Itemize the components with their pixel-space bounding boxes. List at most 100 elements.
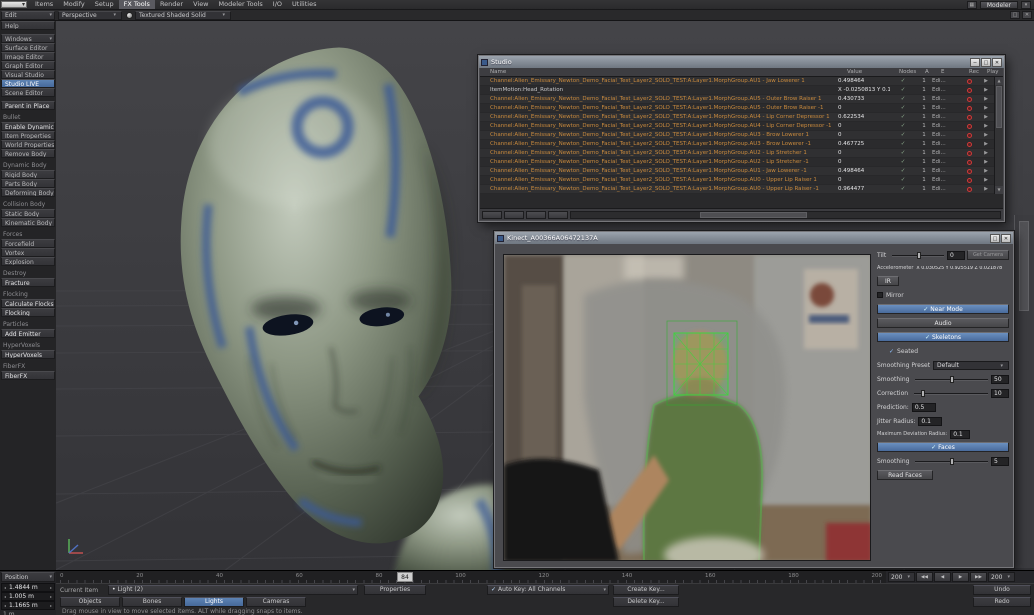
sidebar-item[interactable]: FiberFX bbox=[0, 362, 56, 371]
channel-edit-button[interactable]: Edi... bbox=[932, 86, 960, 94]
menu-item[interactable]: View bbox=[188, 0, 213, 9]
channel-play-button[interactable]: ▶ bbox=[978, 113, 994, 121]
timeline-scrubber[interactable]: 84 bbox=[397, 572, 413, 582]
column-header[interactable]: Name bbox=[480, 68, 847, 76]
column-header[interactable]: Nodes bbox=[899, 68, 925, 76]
channel-edit-button[interactable]: Edi... bbox=[932, 176, 960, 184]
sidebar-item[interactable]: Forces bbox=[0, 230, 56, 239]
correction-slider[interactable] bbox=[914, 389, 988, 398]
channel-play-button[interactable]: ▶ bbox=[978, 95, 994, 103]
sidebar-item[interactable]: Kinematic Body bbox=[1, 218, 55, 227]
sidebar-item[interactable]: Collision Body bbox=[0, 200, 56, 209]
column-header[interactable]: Rec bbox=[969, 68, 987, 76]
seated-checkbox[interactable]: ✓ bbox=[889, 348, 894, 355]
edit-menu-dropdown[interactable]: Edit bbox=[1, 11, 55, 20]
sidebar-item[interactable]: FiberFX bbox=[1, 371, 55, 380]
table-row[interactable]: Channel:Alien_Emissary_Newton_Demo_Facia… bbox=[480, 158, 994, 167]
channel-enabled-check-icon[interactable]: ✓ bbox=[890, 95, 916, 103]
channel-edit-button[interactable]: Edi... bbox=[932, 95, 960, 103]
studio-vertical-scrollbar[interactable]: ▲ ▼ bbox=[994, 77, 1003, 194]
channel-edit-button[interactable]: Edi... bbox=[932, 122, 960, 130]
channel-play-button[interactable]: ▶ bbox=[978, 140, 994, 148]
channel-record-button[interactable] bbox=[960, 122, 978, 130]
auto-key-toggle[interactable]: ✓Auto Key: All Channels bbox=[487, 585, 609, 595]
channel-play-button[interactable]: ▶ bbox=[978, 185, 994, 193]
channel-record-button[interactable] bbox=[960, 158, 978, 166]
sidebar-item[interactable]: Image Editor bbox=[1, 52, 55, 61]
channel-enabled-check-icon[interactable]: ✓ bbox=[890, 131, 916, 139]
sidebar-item[interactable]: Destroy bbox=[0, 269, 56, 278]
channel-value[interactable]: 0.498464 bbox=[838, 167, 890, 175]
current-item-dropdown[interactable]: •Light (2) bbox=[108, 585, 358, 595]
sidebar-item[interactable]: Vortex bbox=[1, 248, 55, 257]
menu-item[interactable]: I/O bbox=[268, 0, 287, 9]
delete-key-button[interactable]: Delete Key... bbox=[613, 597, 679, 607]
channel-record-button[interactable] bbox=[960, 113, 978, 121]
table-row[interactable]: Channel:Alien_Emissary_Newton_Demo_Facia… bbox=[480, 77, 994, 86]
sidebar-item[interactable]: Forcefield bbox=[1, 239, 55, 248]
sidebar-item[interactable]: Visual Studio bbox=[1, 70, 55, 79]
timeline-ruler[interactable]: 020406080100120140160180200 84 bbox=[56, 570, 886, 583]
channel-play-button[interactable]: ▶ bbox=[978, 167, 994, 175]
shading-mode-dropdown[interactable]: Textured Shaded Solid bbox=[135, 11, 231, 20]
channel-record-button[interactable] bbox=[960, 176, 978, 184]
smoothing-preset-dropdown[interactable]: Default bbox=[933, 361, 1009, 370]
channel-value[interactable]: 0 bbox=[838, 122, 890, 130]
item-type-button[interactable]: Cameras bbox=[246, 597, 306, 607]
sidebar-item[interactable]: Help bbox=[1, 21, 55, 30]
create-key-button[interactable]: Create Key... bbox=[613, 585, 679, 595]
increment-arrow-icon[interactable]: ▸ bbox=[48, 593, 54, 601]
channel-enabled-check-icon[interactable]: ✓ bbox=[890, 104, 916, 112]
channel-value[interactable]: 0.964477 bbox=[838, 185, 890, 193]
sidebar-item[interactable]: Surface Editor bbox=[1, 43, 55, 52]
menu-item[interactable]: Modify bbox=[58, 0, 90, 9]
play-button[interactable]: ▶ bbox=[952, 572, 969, 582]
channel-play-button[interactable]: ▶ bbox=[978, 149, 994, 157]
modeler-launch-button[interactable]: Modeler bbox=[980, 1, 1018, 9]
sidebar-item[interactable]: Scene Editor bbox=[1, 88, 55, 97]
jitter-radius-field[interactable]: 0.1 bbox=[918, 417, 942, 426]
undo-button[interactable]: Undo bbox=[973, 585, 1031, 595]
channel-record-button[interactable] bbox=[960, 185, 978, 193]
frame-range-field[interactable]: 200 bbox=[888, 572, 915, 582]
sidebar-item[interactable]: Explosion bbox=[1, 257, 55, 266]
channel-record-button[interactable] bbox=[960, 140, 978, 148]
channel-record-button[interactable] bbox=[960, 131, 978, 139]
viewport-close-icon[interactable]: ✕ bbox=[1022, 11, 1032, 19]
max-deviation-field[interactable]: 0.1 bbox=[950, 430, 970, 439]
studio-tool-button[interactable] bbox=[504, 211, 524, 219]
channel-play-button[interactable]: ▶ bbox=[978, 158, 994, 166]
maximize-icon[interactable]: □ bbox=[990, 234, 1000, 243]
layout-grid-icon[interactable]: ▦ bbox=[967, 1, 977, 9]
table-row[interactable]: Channel:Alien_Emissary_Newton_Demo_Facia… bbox=[480, 176, 994, 185]
channel-enabled-check-icon[interactable]: ✓ bbox=[890, 176, 916, 184]
channel-value[interactable]: 0 bbox=[838, 149, 890, 157]
menu-item[interactable]: Modeler Tools bbox=[214, 0, 268, 9]
menu-item[interactable]: Utilities bbox=[287, 0, 321, 9]
channel-play-button[interactable]: ▶ bbox=[978, 77, 994, 85]
channel-value[interactable]: 0 bbox=[838, 131, 890, 139]
studio-tool-button[interactable] bbox=[482, 211, 502, 219]
correction-value-field[interactable]: 10 bbox=[991, 389, 1009, 398]
column-header[interactable]: Play bbox=[987, 68, 1003, 76]
audio-button[interactable]: Audio bbox=[877, 318, 1009, 328]
menu-config-dropdown-icon[interactable]: ▾ bbox=[1021, 1, 1031, 9]
channel-value[interactable]: 0 bbox=[838, 176, 890, 184]
smoothing-slider[interactable] bbox=[915, 375, 988, 384]
sidebar-item[interactable]: Rigid Body bbox=[1, 170, 55, 179]
scrollbar-thumb[interactable] bbox=[996, 86, 1002, 128]
channel-record-button[interactable] bbox=[960, 104, 978, 112]
channel-edit-button[interactable]: Edi... bbox=[932, 140, 960, 148]
channel-play-button[interactable]: ▶ bbox=[978, 104, 994, 112]
tilt-slider[interactable] bbox=[892, 251, 944, 260]
sidebar-item[interactable]: Flocking bbox=[1, 308, 55, 317]
increment-arrow-icon[interactable]: ▸ bbox=[48, 584, 54, 592]
scroll-down-icon[interactable]: ▼ bbox=[995, 186, 1003, 194]
view-type-dropdown[interactable]: Perspective bbox=[58, 11, 122, 20]
increment-arrow-icon[interactable]: ▸ bbox=[48, 602, 54, 610]
table-row[interactable]: Channel:Alien_Emissary_Newton_Demo_Facia… bbox=[480, 113, 994, 122]
sidebar-item[interactable]: HyperVoxels bbox=[1, 350, 55, 359]
sidebar-item[interactable]: Calculate Flocks bbox=[1, 299, 55, 308]
channel-edit-button[interactable]: Edi... bbox=[932, 77, 960, 85]
maximize-icon[interactable]: □ bbox=[981, 58, 991, 67]
